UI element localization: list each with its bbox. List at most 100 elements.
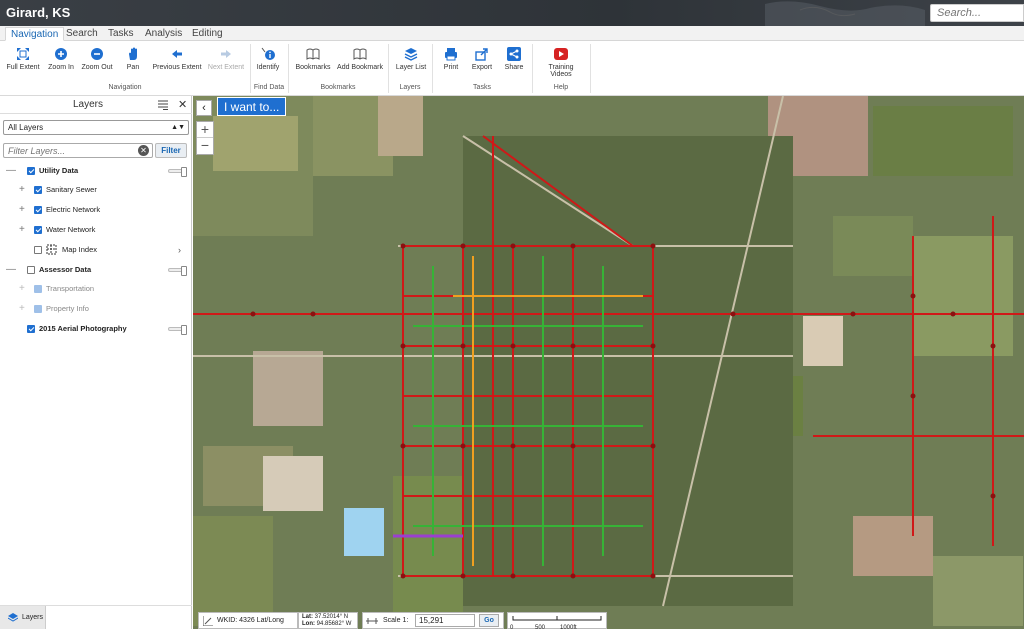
layer-item-map-index[interactable]: Map Index › bbox=[0, 241, 191, 259]
scale-bar-graphic bbox=[512, 616, 602, 621]
share-icon bbox=[507, 47, 521, 61]
add-bookmark-button[interactable]: Add Bookmark bbox=[337, 47, 383, 71]
previous-extent-button[interactable]: Previous Extent bbox=[152, 47, 202, 71]
coordinates-icon bbox=[203, 616, 213, 626]
scale-input[interactable]: 15,291 bbox=[415, 614, 475, 627]
tab-tasks[interactable]: Tasks bbox=[103, 27, 139, 41]
layer-checkbox[interactable] bbox=[34, 186, 42, 194]
layer-item-transportation[interactable]: + Transportation bbox=[0, 280, 191, 298]
full-extent-icon bbox=[17, 48, 29, 60]
pan-button[interactable]: Pan bbox=[120, 47, 146, 71]
printer-icon bbox=[445, 48, 457, 61]
collapse-icon[interactable]: — bbox=[6, 162, 16, 180]
chevron-right-icon[interactable]: › bbox=[178, 241, 181, 259]
bookmarks-button[interactable]: Bookmarks bbox=[294, 47, 332, 71]
export-button[interactable]: Export bbox=[469, 47, 495, 71]
tab-navigation[interactable]: Navigation bbox=[5, 27, 65, 41]
group-label-help: Help bbox=[553, 84, 569, 91]
group-label-layers: Layers bbox=[399, 84, 421, 91]
book-icon bbox=[306, 48, 320, 60]
layer-checkbox[interactable] bbox=[27, 167, 35, 175]
filter-layers-input[interactable] bbox=[3, 143, 153, 158]
layer-checkbox[interactable] bbox=[34, 305, 42, 313]
scale-go-button[interactable]: Go bbox=[479, 614, 499, 627]
layer-filter-select[interactable]: All Layers ▲▼ bbox=[3, 120, 189, 135]
share-button[interactable]: Share bbox=[502, 47, 526, 71]
layer-item-assessor-data[interactable]: — Assessor Data bbox=[0, 261, 191, 279]
layer-item-utility-data[interactable]: — Utility Data bbox=[0, 162, 191, 180]
collapse-icon[interactable]: — bbox=[6, 261, 16, 279]
scale-control: Scale 1: 15,291 Go bbox=[362, 612, 504, 629]
layer-checkbox[interactable] bbox=[34, 206, 42, 214]
wkid-selector[interactable]: WKID: 4326 Lat/Long bbox=[198, 612, 298, 629]
layer-item-water-network[interactable]: + Water Network bbox=[0, 221, 191, 239]
layer-checkbox[interactable] bbox=[34, 285, 42, 293]
zoom-out-icon bbox=[91, 48, 103, 60]
opacity-slider[interactable] bbox=[168, 325, 187, 335]
map-zoom-in-button[interactable]: + bbox=[197, 122, 213, 138]
expand-icon[interactable]: + bbox=[19, 300, 25, 318]
zoom-in-icon bbox=[55, 48, 67, 60]
search-input[interactable] bbox=[930, 4, 1024, 22]
collapse-panel-button[interactable]: ‹ bbox=[196, 100, 212, 116]
group-label-navigation: Navigation bbox=[108, 84, 142, 91]
export-icon bbox=[475, 48, 488, 61]
map-zoom-out-button[interactable]: − bbox=[197, 138, 213, 154]
print-button[interactable]: Print bbox=[440, 47, 462, 71]
scale-bar: 0 500 1000ft bbox=[507, 612, 607, 629]
hand-icon bbox=[129, 47, 137, 60]
tab-editing[interactable]: Editing bbox=[187, 27, 228, 41]
layer-checkbox[interactable] bbox=[34, 226, 42, 234]
layer-list-button[interactable]: Layer List bbox=[394, 47, 428, 71]
footer-tab-layers[interactable]: Layers bbox=[0, 606, 46, 629]
layer-checkbox[interactable] bbox=[27, 325, 35, 333]
ribbon-toolbar: Full Extent Zoom In Zoom Out Pan Previou… bbox=[0, 41, 1024, 96]
group-label-find-data: Find Data bbox=[253, 84, 285, 91]
tab-search[interactable]: Search bbox=[61, 27, 103, 41]
ribbon-separator bbox=[590, 44, 591, 93]
panel-footer: Layers bbox=[0, 605, 192, 629]
aerial-imagery bbox=[193, 96, 1024, 629]
full-extent-button[interactable]: Full Extent bbox=[4, 47, 42, 71]
list-menu-icon[interactable] bbox=[158, 100, 168, 110]
layers-icon bbox=[8, 613, 18, 622]
layer-checkbox[interactable] bbox=[34, 246, 42, 254]
layer-checkbox[interactable] bbox=[27, 266, 35, 274]
training-videos-button[interactable]: Training Videos bbox=[537, 47, 585, 78]
layers-icon bbox=[404, 48, 418, 61]
identify-button[interactable]: Identify bbox=[253, 47, 283, 71]
scale-icon bbox=[366, 618, 378, 624]
zoom-in-button[interactable]: Zoom In bbox=[45, 47, 77, 71]
expand-icon[interactable]: + bbox=[19, 280, 25, 298]
layer-item-electric-network[interactable]: + Electric Network bbox=[0, 201, 191, 219]
title-bar: Girard, KS bbox=[0, 0, 1024, 26]
video-play-icon bbox=[554, 48, 568, 60]
layers-panel-header: Layers ✕ bbox=[0, 96, 192, 114]
map-view[interactable]: ‹ I want to... + − bbox=[193, 96, 1024, 629]
i-want-to-button[interactable]: I want to... bbox=[217, 97, 287, 116]
next-extent-button[interactable]: Next Extent bbox=[206, 47, 246, 71]
close-icon[interactable]: ✕ bbox=[178, 98, 187, 111]
info-icon bbox=[261, 47, 275, 60]
expand-icon[interactable]: + bbox=[19, 221, 25, 239]
zoom-control: + − bbox=[196, 121, 214, 155]
zoom-out-button[interactable]: Zoom Out bbox=[80, 47, 114, 71]
arrow-left-icon bbox=[172, 50, 182, 58]
chevron-updown-icon: ▲▼ bbox=[171, 124, 185, 131]
layer-item-aerial-photography[interactable]: 2015 Aerial Photography bbox=[0, 320, 191, 338]
world-map-graphic bbox=[765, 1, 925, 26]
panel-title: Layers bbox=[72, 99, 103, 110]
layer-item-sanitary-sewer[interactable]: + Sanitary Sewer bbox=[0, 181, 191, 199]
opacity-slider[interactable] bbox=[168, 167, 187, 177]
opacity-slider[interactable] bbox=[168, 266, 187, 276]
expand-icon[interactable]: + bbox=[19, 201, 25, 219]
layer-item-property-info[interactable]: + Property Info bbox=[0, 300, 191, 318]
ribbon-tabs: Navigation Search Tasks Analysis Editing bbox=[0, 26, 1024, 41]
expand-icon[interactable]: + bbox=[19, 181, 25, 199]
group-label-bookmarks: Bookmarks bbox=[320, 84, 356, 91]
arrow-right-icon bbox=[221, 50, 231, 58]
filter-button[interactable]: Filter bbox=[155, 143, 187, 158]
clear-icon[interactable]: ✕ bbox=[138, 145, 149, 156]
app-title: Girard, KS bbox=[6, 5, 71, 20]
tab-analysis[interactable]: Analysis bbox=[140, 27, 187, 41]
